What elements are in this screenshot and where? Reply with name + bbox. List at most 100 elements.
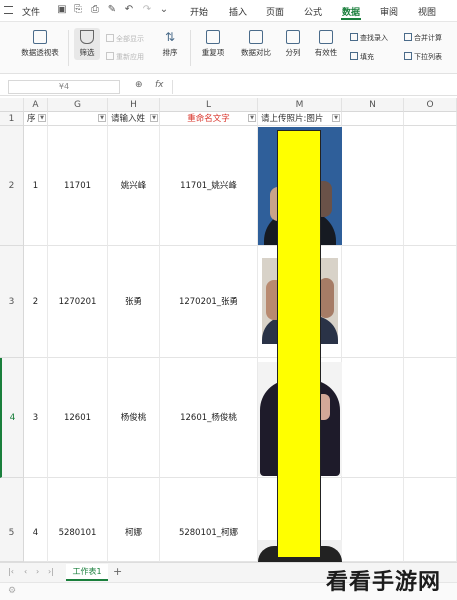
active-tab-indicator: [341, 18, 361, 20]
corner-select-all[interactable]: [0, 98, 24, 112]
cell-name[interactable]: 姚兴峰: [108, 126, 160, 246]
cell-rename[interactable]: 5280101_柯娜: [160, 478, 258, 562]
compare-label: 数据对比: [241, 48, 271, 57]
tab-home[interactable]: 开始: [190, 5, 208, 18]
first-sheet-icon[interactable]: |‹: [8, 567, 14, 576]
header-cell-n[interactable]: [342, 112, 404, 126]
dedupe-button[interactable]: 重复项: [196, 30, 230, 58]
formula-input[interactable]: [172, 80, 452, 94]
reapply-icon: [106, 52, 114, 60]
cell-rename[interactable]: 11701_姚兴峰: [160, 126, 258, 246]
cell-empty[interactable]: [342, 126, 404, 246]
cell-rename[interactable]: 1270201_张勇: [160, 246, 258, 358]
cell-empty[interactable]: [404, 126, 457, 246]
menu-icon[interactable]: [4, 6, 13, 14]
cell-name[interactable]: 杨俊桃: [108, 358, 160, 478]
header-cell-seq[interactable]: 序 ▼: [24, 112, 48, 126]
cell-seq[interactable]: 4: [24, 478, 48, 562]
row-header-5[interactable]: 5: [0, 478, 24, 562]
sort-icon: ⇅: [164, 30, 176, 44]
cell-id[interactable]: 12601: [48, 358, 108, 478]
cell-empty[interactable]: [404, 478, 457, 562]
row-header-2[interactable]: 2: [0, 126, 24, 246]
header-photo-label: 请上传照片:图片: [261, 114, 324, 124]
cell-id[interactable]: 5280101: [48, 478, 108, 562]
filter-button[interactable]: 筛选: [74, 28, 100, 60]
merge-calc-button[interactable]: 合并计算: [404, 33, 442, 43]
find-entry-button[interactable]: 查找录入: [350, 33, 388, 43]
prev-sheet-icon[interactable]: ‹: [24, 567, 27, 576]
save-icon[interactable]: ▣: [56, 4, 68, 16]
filter-dropdown-icon[interactable]: ▼: [150, 114, 158, 122]
cell-id[interactable]: 1270201: [48, 246, 108, 358]
tab-view[interactable]: 视图: [418, 5, 436, 18]
column-header-g[interactable]: G: [48, 98, 108, 112]
formula-bar: ¥4 ⊕ fx: [0, 78, 457, 96]
cell-empty[interactable]: [342, 478, 404, 562]
row-header-4[interactable]: 4: [0, 358, 24, 478]
header-cell-name[interactable]: 请输入姓 ▼: [108, 112, 160, 126]
column-header-a[interactable]: A: [24, 98, 48, 112]
cell-empty[interactable]: [404, 246, 457, 358]
add-sheet-button[interactable]: +: [113, 565, 122, 578]
header-cell-id[interactable]: ▼: [48, 112, 108, 126]
header-cell-o[interactable]: [404, 112, 457, 126]
cell-empty[interactable]: [404, 358, 457, 478]
next-sheet-icon[interactable]: ›: [36, 567, 39, 576]
cell-seq[interactable]: 2: [24, 246, 48, 358]
cell-name[interactable]: 柯娜: [108, 478, 160, 562]
ribbon-divider: [68, 30, 69, 66]
column-header-l[interactable]: L: [160, 98, 258, 112]
filter-dropdown-icon[interactable]: ▼: [332, 114, 340, 122]
sheet-tab-1[interactable]: 工作表1: [66, 564, 108, 581]
tab-data[interactable]: 数据: [342, 5, 360, 18]
filter-dropdown-icon[interactable]: ▼: [38, 114, 46, 122]
redo-icon[interactable]: ↷: [141, 4, 153, 16]
row-header-1[interactable]: 1: [0, 112, 24, 126]
fill-button[interactable]: 填充: [350, 52, 374, 62]
tab-review[interactable]: 审阅: [380, 5, 398, 18]
name-box[interactable]: ¥4: [8, 80, 120, 94]
row-header-3[interactable]: 3: [0, 246, 24, 358]
cell-empty[interactable]: [342, 358, 404, 478]
cell-id[interactable]: 11701: [48, 126, 108, 246]
sort-button[interactable]: ⇅ 排序: [157, 30, 183, 58]
split-column-button[interactable]: 分列: [281, 30, 305, 58]
dropdown-list-icon: [404, 52, 412, 60]
cell-seq[interactable]: 1: [24, 126, 48, 246]
show-all-button[interactable]: 全部显示: [106, 34, 144, 44]
undo-icon[interactable]: ↶: [123, 4, 135, 16]
export-icon[interactable]: ⎘: [72, 4, 84, 16]
menu-file[interactable]: 文件: [22, 5, 40, 18]
cell-name[interactable]: 张勇: [108, 246, 160, 358]
find-entry-label: 查找录入: [360, 34, 388, 42]
header-cell-rename[interactable]: 重命名文字 ▼: [160, 112, 258, 126]
last-sheet-icon[interactable]: ›|: [48, 567, 54, 576]
validity-button[interactable]: 有效性: [311, 30, 341, 58]
fx-icon[interactable]: fx: [155, 80, 164, 90]
cell-empty[interactable]: [342, 246, 404, 358]
column-header-h[interactable]: H: [108, 98, 160, 112]
reapply-label: 重新应用: [116, 53, 144, 61]
pivot-table-button[interactable]: 数据透视表: [18, 30, 62, 58]
compare-button[interactable]: 数据对比: [236, 30, 276, 58]
reapply-button[interactable]: 重新应用: [106, 52, 144, 62]
column-header-o[interactable]: O: [404, 98, 457, 112]
cell-rename[interactable]: 12601_杨俊桃: [160, 358, 258, 478]
chevron-down-icon[interactable]: ⌄: [158, 4, 170, 16]
zoom-icon[interactable]: ⊕: [135, 80, 143, 90]
tab-formula[interactable]: 公式: [304, 5, 322, 18]
column-header-m[interactable]: M: [258, 98, 342, 112]
macro-icon[interactable]: ⚙: [8, 586, 16, 596]
format-painter-icon[interactable]: ✎: [106, 4, 118, 16]
filter-dropdown-icon[interactable]: ▼: [248, 114, 256, 122]
dropdown-list-button[interactable]: 下拉列表: [404, 52, 442, 62]
tab-insert[interactable]: 插入: [229, 5, 247, 18]
tab-page[interactable]: 页面: [266, 5, 284, 18]
print-icon[interactable]: ⎙: [89, 4, 101, 16]
column-header-n[interactable]: N: [342, 98, 404, 112]
filter-dropdown-icon[interactable]: ▼: [98, 114, 106, 122]
fill-icon: [350, 52, 358, 60]
header-cell-photo[interactable]: 请上传照片:图片 ▼: [258, 112, 342, 126]
cell-seq[interactable]: 3: [24, 358, 48, 478]
